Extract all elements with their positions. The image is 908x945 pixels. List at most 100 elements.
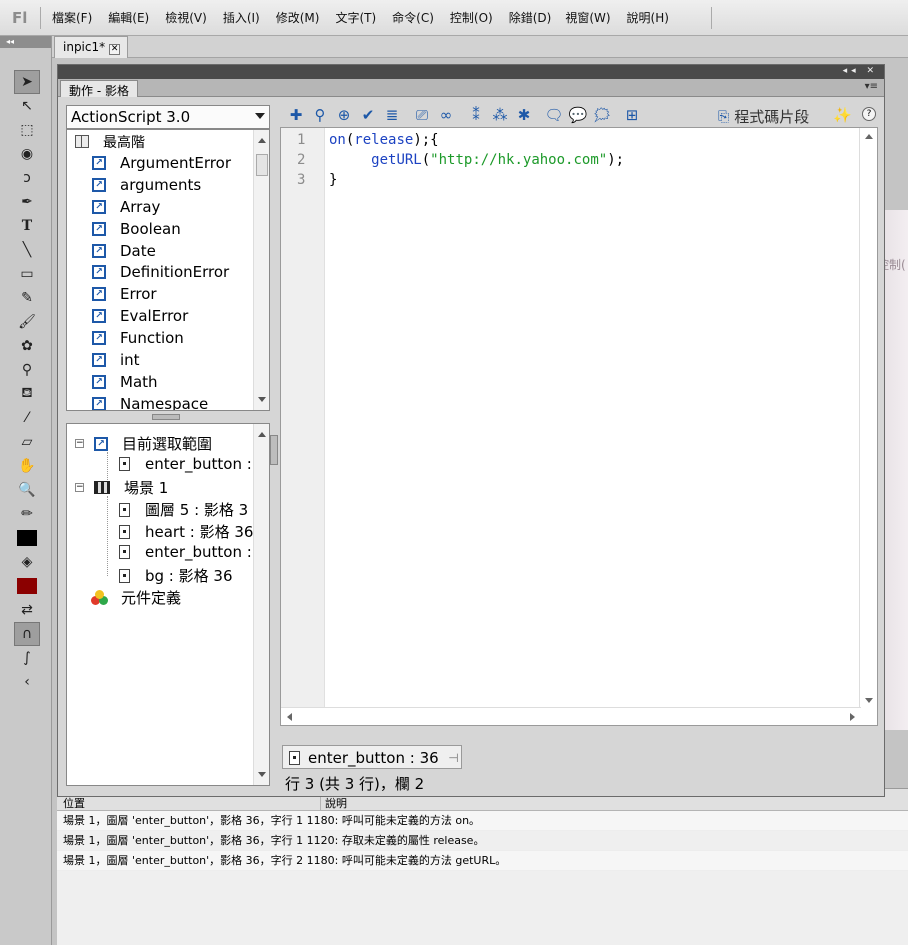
collapse-between-braces-icon[interactable]: ⁑	[464, 104, 488, 126]
code-snippets-button[interactable]: ⎘ 程式碼片段	[718, 106, 809, 127]
editor-horizontal-scrollbar[interactable]	[281, 707, 861, 725]
debug-options-icon[interactable]: ∞	[434, 104, 458, 126]
collapse-icon[interactable]: −	[75, 439, 84, 448]
remove-comment-icon[interactable]: 🗯	[590, 104, 614, 126]
panel-window-controls[interactable]: ◂◂ ✕	[843, 66, 878, 76]
deco-tool-icon[interactable]: ✿	[14, 334, 40, 358]
tab-actions-frame[interactable]: 動作 - 影格	[60, 80, 138, 98]
collapse-icon[interactable]: −	[75, 483, 84, 492]
rectangle-tool-icon[interactable]: ▭	[14, 262, 40, 286]
document-tab[interactable]: inpic1* ✕	[54, 36, 128, 58]
paint-bucket-tool-icon[interactable]: ⛾	[14, 382, 40, 406]
tree-node-enter-button-current[interactable]: enter_button :	[119, 455, 252, 473]
add-statement-icon[interactable]: ✚	[284, 104, 308, 126]
code-line[interactable]: getURL("http://hk.yahoo.com");	[329, 152, 624, 168]
code-line[interactable]: on(release);{	[329, 132, 439, 148]
menu-item[interactable]: 插入(I)	[223, 9, 260, 26]
script-tab[interactable]: enter_button : 36 ⊣	[282, 745, 462, 769]
column-location[interactable]: 位置	[63, 795, 85, 811]
script-assist-icon[interactable]: ✨	[833, 106, 852, 124]
compiler-error-row[interactable]: 場景 1，圖層 'enter_button'，影格 36，字行 1 1120: …	[57, 831, 908, 851]
bone-tool-icon[interactable]: ⚲	[14, 358, 40, 382]
menu-item[interactable]: 修改(M)	[276, 9, 320, 26]
expand-all-icon[interactable]: ✱	[512, 104, 536, 126]
fill-color-icon[interactable]: ◈	[14, 550, 40, 574]
script-editor[interactable]: 1 on(release);{2 getURL("http://hk.yahoo.…	[280, 127, 878, 726]
library-item[interactable]: ↗ Array	[67, 196, 269, 218]
show-hide-toolbox-icon[interactable]: ⊞	[620, 104, 644, 126]
menu-item[interactable]: 檢視(V)	[165, 9, 207, 26]
straighten-icon[interactable]: ‹	[14, 670, 40, 694]
stroke-color-icon[interactable]: ✏	[14, 502, 40, 526]
toolbox-collapse-handle[interactable]	[270, 435, 278, 465]
menu-item[interactable]: 視窗(W)	[565, 9, 610, 26]
library-item[interactable]: ↗ Boolean	[67, 218, 269, 240]
line-tool-icon[interactable]: ╲	[14, 238, 40, 262]
library-item[interactable]: ↗ EvalError	[67, 305, 269, 327]
close-tab-icon[interactable]: ✕	[109, 44, 121, 55]
library-item[interactable]: ↗ int	[67, 349, 269, 371]
collapse-selection-icon[interactable]: ⁂	[488, 104, 512, 126]
eraser-tool-icon[interactable]: ▱	[14, 430, 40, 454]
tree-node-scene[interactable]: − 場景 1	[75, 477, 168, 498]
tree-node-frame[interactable]: 圖層 5 : 影格 3	[119, 499, 248, 520]
library-item[interactable]: ↗ Date	[67, 240, 269, 262]
show-code-hint-icon[interactable]: ⎚	[410, 104, 434, 126]
menu-item[interactable]: 文字(T)	[335, 9, 376, 26]
split-handle[interactable]	[152, 414, 180, 420]
hand-tool-icon[interactable]: ✋	[14, 454, 40, 478]
text-tool-icon[interactable]: T	[14, 214, 40, 238]
menu-item[interactable]: 除錯(D)	[509, 9, 552, 26]
tree-node-frame[interactable]: heart : 影格 36	[119, 521, 253, 542]
tree-node-frame[interactable]: bg : 影格 36	[119, 565, 233, 586]
check-syntax-icon[interactable]: ✔	[356, 104, 380, 126]
brush-tool-icon[interactable]: 🖌	[14, 310, 40, 334]
library-item[interactable]: ↗ Error	[67, 283, 269, 305]
compiler-error-row[interactable]: 場景 1，圖層 'enter_button'，影格 36，字行 1 1180: …	[57, 811, 908, 831]
menu-item[interactable]: 說明(H)	[627, 9, 669, 26]
tree-node-symbol-definitions[interactable]: 元件定義	[91, 587, 181, 608]
library-scrollbar[interactable]	[253, 130, 269, 410]
insert-target-path-icon[interactable]: ⊕	[332, 104, 356, 126]
auto-format-icon[interactable]: ≣	[380, 104, 404, 126]
editor-vertical-scrollbar[interactable]	[859, 128, 877, 709]
compiler-error-row[interactable]: 場景 1，圖層 'enter_button'，影格 36，字行 2 1180: …	[57, 851, 908, 871]
library-item[interactable]: ↗ DefinitionError	[67, 261, 269, 283]
help-icon[interactable]: ?	[862, 107, 876, 121]
library-item[interactable]: ↗ arguments	[67, 174, 269, 196]
panel-options-icon[interactable]: ▾≡	[865, 81, 878, 92]
lasso-tool-icon[interactable]: ↄ	[14, 166, 40, 190]
3d-rotation-tool-icon[interactable]: ◉	[14, 142, 40, 166]
free-transform-tool-icon[interactable]: ⬚	[14, 118, 40, 142]
library-item[interactable]: ↗ ArgumentError	[67, 152, 269, 174]
eyedropper-tool-icon[interactable]: ⁄	[14, 406, 40, 430]
swap-colors-icon[interactable]: ⇄	[14, 598, 40, 622]
selection-tool-icon[interactable]: ➤	[14, 70, 40, 94]
apply-line-comment-icon[interactable]: 💬	[566, 104, 590, 126]
library-item[interactable]: ↗ Math	[67, 371, 269, 393]
tree-scrollbar[interactable]	[253, 424, 269, 785]
code-line[interactable]: }	[329, 172, 337, 188]
menu-item[interactable]: 命令(C)	[392, 9, 434, 26]
library-item[interactable]: ↗ Namespace	[67, 393, 269, 410]
zoom-tool-icon[interactable]: 🔍	[14, 478, 40, 502]
library-item[interactable]: ↗ Function	[67, 327, 269, 349]
tools-collapse-button[interactable]: ◂◂	[0, 36, 51, 48]
tree-node-frame[interactable]: enter_button :	[119, 543, 252, 561]
pencil-tool-icon[interactable]: ✎	[14, 286, 40, 310]
menu-item[interactable]: 檔案(F)	[52, 9, 92, 26]
smooth-icon[interactable]: ∫	[14, 646, 40, 670]
tree-node-current-selection[interactable]: − ↗ 目前選取範圍	[75, 433, 212, 454]
subselection-tool-icon[interactable]: ↖	[14, 94, 40, 118]
find-icon[interactable]: ⚲	[308, 104, 332, 126]
fill-color-swatch[interactable]	[14, 574, 40, 598]
pen-tool-icon[interactable]: ✒	[14, 190, 40, 214]
snap-to-objects-icon[interactable]: ∩	[14, 622, 40, 646]
column-description[interactable]: 說明	[325, 795, 347, 811]
language-select[interactable]: ActionScript 3.0	[66, 105, 270, 129]
apply-block-comment-icon[interactable]: 🗨	[542, 104, 566, 126]
menu-item[interactable]: 編輯(E)	[108, 9, 149, 26]
stroke-color-swatch[interactable]	[14, 526, 40, 550]
pin-script-icon[interactable]: ⊣	[448, 751, 458, 765]
library-header[interactable]: 最高階	[67, 130, 269, 152]
